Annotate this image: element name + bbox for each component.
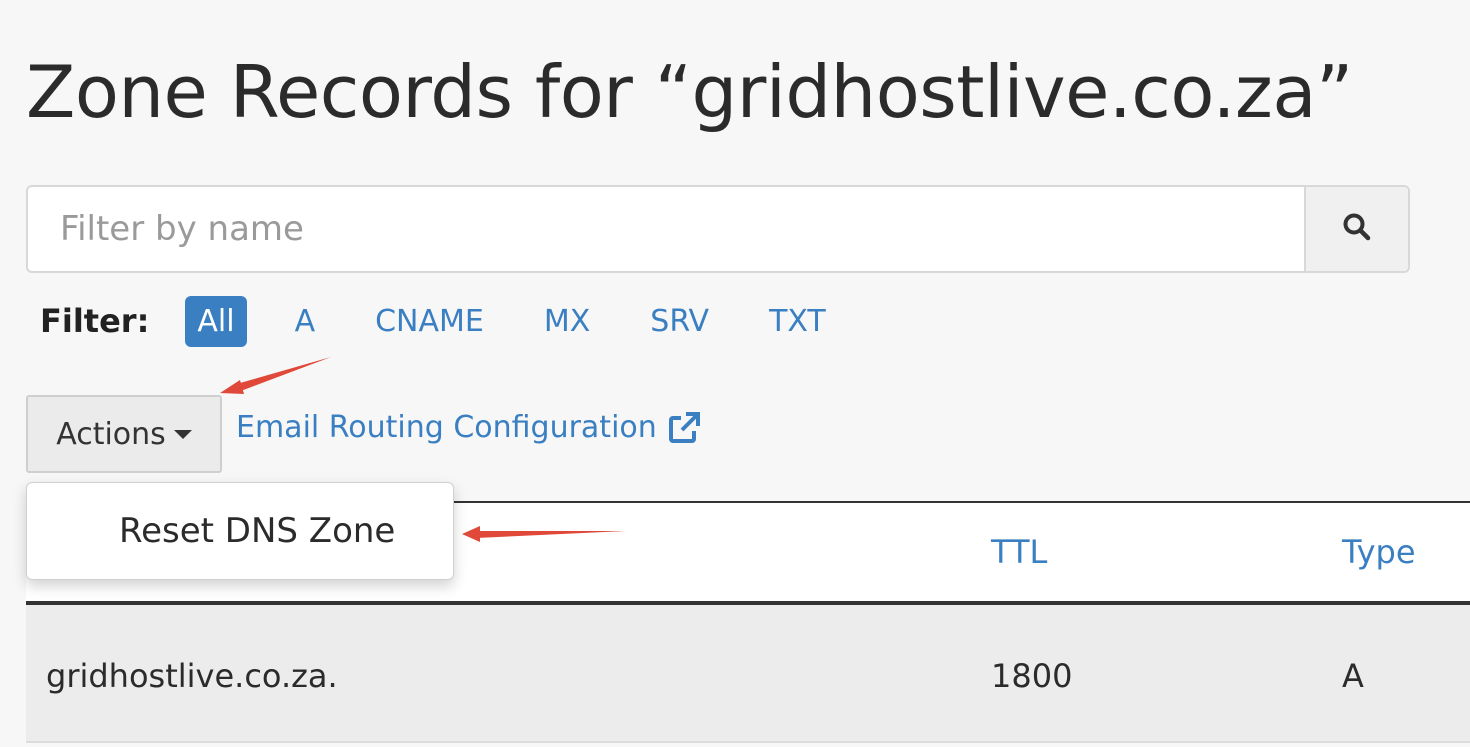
search-icon: [1342, 212, 1372, 246]
record-name: gridhostlive.co.za.: [46, 657, 338, 695]
record-type: A: [1342, 657, 1364, 695]
table-row: gridhostlive.co.za. 1800 A: [26, 605, 1470, 743]
external-link-icon: [667, 411, 701, 445]
filter-option-cname[interactable]: CNAME: [375, 304, 484, 339]
menu-item-reset-dns-zone[interactable]: Reset DNS Zone: [119, 511, 395, 551]
filter-option-mx[interactable]: MX: [544, 304, 590, 339]
email-routing-label: Email Routing Configuration: [236, 410, 657, 445]
filter-option-srv[interactable]: SRV: [650, 304, 709, 339]
column-header-type[interactable]: Type: [1342, 533, 1416, 571]
email-routing-link[interactable]: Email Routing Configuration: [236, 410, 701, 445]
actions-dropdown-button[interactable]: Actions: [26, 395, 222, 473]
zone-records-page: Zone Records for “gridhostlive.co.za” Fi…: [0, 0, 1470, 747]
search-input[interactable]: [28, 187, 1304, 271]
search-box: [26, 185, 1410, 273]
annotation-arrow-actions: [233, 357, 331, 392]
search-button[interactable]: [1304, 187, 1408, 271]
record-type-filter: Filter: All A CNAME MX SRV TXT: [40, 292, 886, 350]
page-title: Zone Records for “gridhostlive.co.za”: [26, 50, 1353, 134]
actions-dropdown-menu: Reset DNS Zone: [26, 482, 454, 580]
filter-option-txt[interactable]: TXT: [769, 304, 826, 339]
filter-option-a[interactable]: A: [295, 304, 316, 339]
annotation-arrowhead-actions: [220, 380, 244, 394]
filter-label: Filter:: [40, 302, 150, 340]
caret-down-icon: [173, 429, 192, 439]
filter-option-all[interactable]: All: [185, 295, 247, 347]
record-ttl: 1800: [991, 657, 1073, 695]
actions-label: Actions: [56, 416, 166, 452]
column-header-ttl[interactable]: TTL: [991, 533, 1047, 571]
